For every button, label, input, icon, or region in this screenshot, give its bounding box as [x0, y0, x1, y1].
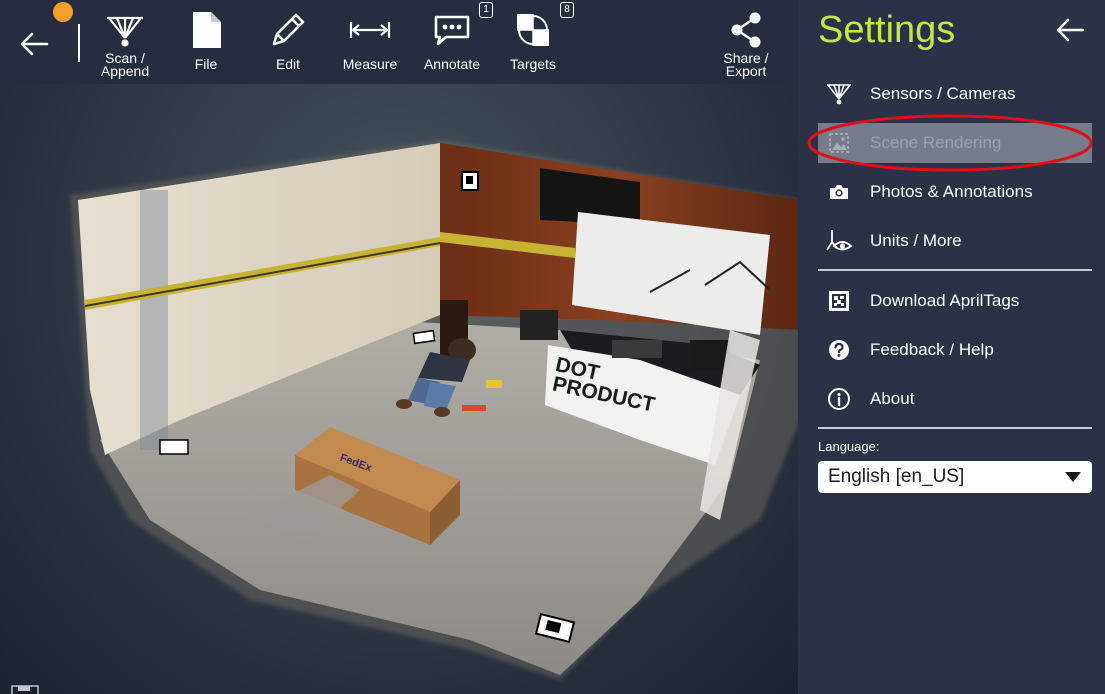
- main-toolbar: Scan / Append File Edit Measure Annotate…: [0, 0, 798, 84]
- menu-item-feedback-help[interactable]: Feedback / Help: [818, 330, 1092, 370]
- scene-viewport[interactable]: DOT PRODUCT FedEx: [0, 84, 798, 694]
- menu-item-scene-rendering[interactable]: Scene Rendering: [818, 123, 1092, 163]
- wall-pillar: [140, 190, 168, 450]
- menu-item-about[interactable]: About: [818, 379, 1092, 419]
- menu-item-label: Scene Rendering: [870, 133, 1002, 152]
- pencil-icon: [272, 13, 305, 46]
- menu-item-label: Units / More: [870, 231, 962, 250]
- annotate-button[interactable]: Annotate: [409, 8, 495, 80]
- notification-dot: [53, 2, 73, 22]
- scan-append-button[interactable]: Scan / Append: [82, 8, 168, 80]
- measure-icon: [349, 22, 391, 38]
- edit-button[interactable]: Edit: [245, 8, 331, 80]
- info-icon: [828, 388, 850, 410]
- sensor-icon: [827, 84, 851, 105]
- scene-icon: [829, 133, 849, 153]
- scene-render: DOT PRODUCT FedEx: [70, 140, 798, 680]
- settings-title: Settings: [818, 9, 956, 51]
- menu-item-label: Download AprilTags: [870, 291, 1020, 310]
- share-icon: [731, 12, 761, 48]
- menu-divider: [818, 269, 1092, 271]
- toolbar-label: Targets: [510, 56, 556, 72]
- menu-item-label: Feedback / Help: [870, 340, 994, 359]
- menu-item-label: Photos & Annotations: [870, 182, 1033, 201]
- menu-divider: [818, 427, 1092, 429]
- help-icon: [829, 340, 849, 360]
- toolbar-label: Scan / Append: [100, 50, 150, 79]
- settings-close-button[interactable]: [1052, 12, 1088, 48]
- back-button[interactable]: [14, 24, 54, 64]
- language-selected-value: English [en_US]: [828, 466, 965, 487]
- target-icon: [517, 14, 549, 46]
- apriltag-icon: [829, 291, 849, 311]
- menu-item-download-apriltags[interactable]: Download AprilTags: [818, 281, 1092, 321]
- arrow-left-icon: [1056, 18, 1085, 42]
- toolbar-label: File: [194, 56, 218, 72]
- targets-count-badge: 8: [560, 2, 574, 18]
- speech-bubble-icon: [434, 15, 470, 46]
- toolbar-label: Measure: [342, 56, 398, 72]
- file-icon: [193, 12, 221, 48]
- scan-sensor-icon: [107, 16, 143, 47]
- share-export-button[interactable]: Share / Export: [703, 8, 789, 80]
- targets-button[interactable]: Targets: [490, 8, 576, 80]
- save-icon[interactable]: [8, 682, 42, 694]
- language-label: Language:: [818, 439, 880, 454]
- toolbar-label: Annotate: [423, 56, 481, 72]
- menu-item-units-more[interactable]: Units / More: [818, 221, 1092, 261]
- units-eye-icon: [826, 230, 853, 251]
- measure-button[interactable]: Measure: [327, 8, 413, 80]
- file-button[interactable]: File: [163, 8, 249, 80]
- toolbar-divider: [78, 24, 80, 62]
- menu-item-label: Sensors / Cameras: [870, 84, 1016, 103]
- toolbar-label: Edit: [275, 56, 301, 72]
- toolbar-label: Share / Export: [723, 50, 769, 79]
- arrow-left-icon: [20, 32, 49, 56]
- language-select[interactable]: English [en_US]: [818, 461, 1092, 493]
- settings-panel: Settings Sensors / Cameras Scene Renderi…: [798, 0, 1105, 694]
- app-root: DOT PRODUCT FedEx Scan / Append File Edi…: [0, 0, 1105, 694]
- menu-item-sensors-cameras[interactable]: Sensors / Cameras: [818, 74, 1092, 114]
- menu-item-photos-annotations[interactable]: Photos & Annotations: [818, 172, 1092, 212]
- menu-item-label: About: [870, 389, 915, 408]
- camera-icon: [830, 185, 848, 199]
- chevron-down-icon: [1065, 472, 1081, 482]
